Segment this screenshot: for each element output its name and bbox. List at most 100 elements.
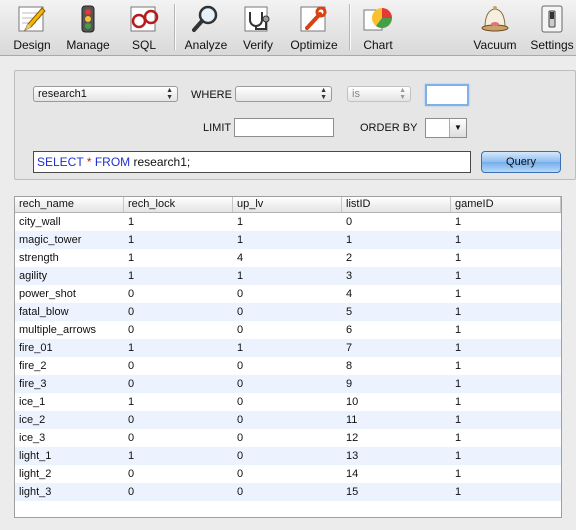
table-cell[interactable]: 1 bbox=[124, 339, 237, 357]
table-cell[interactable]: 1 bbox=[451, 375, 561, 393]
table-cell[interactable]: 1 bbox=[451, 285, 561, 303]
table-cell[interactable]: fire_01 bbox=[15, 339, 128, 357]
table-cell[interactable]: 9 bbox=[342, 375, 455, 393]
limit-field[interactable] bbox=[234, 118, 334, 137]
table-cell[interactable]: 13 bbox=[342, 447, 455, 465]
query-button[interactable]: Query bbox=[481, 151, 561, 173]
table-cell[interactable]: 1 bbox=[451, 249, 561, 267]
column-header-game-id[interactable]: gameID bbox=[451, 197, 561, 212]
table-cell[interactable]: ice_3 bbox=[15, 429, 128, 447]
table-cell[interactable]: 0 bbox=[124, 411, 237, 429]
design-button[interactable]: Design bbox=[8, 0, 56, 55]
chart-button[interactable]: Chart bbox=[356, 0, 400, 55]
column-header-rech-name[interactable]: rech_name bbox=[15, 197, 124, 212]
table-cell[interactable]: fire_2 bbox=[15, 357, 128, 375]
table-row[interactable]: agility 1 1 3 1 bbox=[15, 267, 561, 285]
table-cell[interactable]: 0 bbox=[233, 393, 346, 411]
table-cell[interactable]: 1 bbox=[451, 411, 561, 429]
table-cell[interactable]: 1 bbox=[124, 393, 237, 411]
table-cell[interactable]: 1 bbox=[233, 339, 346, 357]
table-cell[interactable]: 0 bbox=[124, 465, 237, 483]
table-cell[interactable]: 1 bbox=[233, 231, 346, 249]
table-cell[interactable]: 0 bbox=[233, 357, 346, 375]
table-row[interactable]: ice_2 0 0 11 1 bbox=[15, 411, 561, 429]
table-row[interactable]: light_3 0 0 15 1 bbox=[15, 483, 561, 501]
table-cell[interactable]: 1 bbox=[451, 321, 561, 339]
table-cell[interactable]: 0 bbox=[124, 321, 237, 339]
table-select[interactable]: research1 ▲ ▼ bbox=[33, 86, 178, 102]
table-cell[interactable]: 15 bbox=[342, 483, 455, 501]
table-cell[interactable]: 0 bbox=[342, 213, 455, 231]
table-row[interactable]: magic_tower 1 1 1 1 bbox=[15, 231, 561, 249]
table-cell[interactable]: 5 bbox=[342, 303, 455, 321]
table-cell[interactable]: 4 bbox=[233, 249, 346, 267]
table-cell[interactable]: agility bbox=[15, 267, 128, 285]
table-cell[interactable]: 1 bbox=[451, 483, 561, 501]
table-cell[interactable]: light_2 bbox=[15, 465, 128, 483]
table-row[interactable]: strength 1 4 2 1 bbox=[15, 249, 561, 267]
table-cell[interactable]: 0 bbox=[124, 303, 237, 321]
column-header-rech-lock[interactable]: rech_lock bbox=[124, 197, 233, 212]
chevron-down-icon[interactable]: ▼ bbox=[449, 119, 466, 137]
table-cell[interactable]: 0 bbox=[124, 429, 237, 447]
table-cell[interactable]: 2 bbox=[342, 249, 455, 267]
table-cell[interactable]: 1 bbox=[233, 267, 346, 285]
table-row[interactable]: power_shot 0 0 4 1 bbox=[15, 285, 561, 303]
table-cell[interactable]: 1 bbox=[451, 465, 561, 483]
table-cell[interactable]: 0 bbox=[233, 375, 346, 393]
table-row[interactable]: fire_01 1 1 7 1 bbox=[15, 339, 561, 357]
table-cell[interactable]: 0 bbox=[233, 411, 346, 429]
table-cell[interactable]: strength bbox=[15, 249, 128, 267]
table-cell[interactable]: 1 bbox=[451, 357, 561, 375]
table-cell[interactable]: 1 bbox=[124, 249, 237, 267]
table-cell[interactable]: 0 bbox=[124, 375, 237, 393]
table-cell[interactable]: 1 bbox=[451, 231, 561, 249]
table-cell[interactable]: magic_tower bbox=[15, 231, 128, 249]
table-cell[interactable]: 1 bbox=[124, 213, 237, 231]
analyze-button[interactable]: Analyze bbox=[182, 0, 230, 55]
table-cell[interactable]: 0 bbox=[233, 303, 346, 321]
where-value-field[interactable] bbox=[425, 84, 469, 106]
table-cell[interactable]: multiple_arrows bbox=[15, 321, 128, 339]
table-cell[interactable]: 1 bbox=[451, 339, 561, 357]
table-cell[interactable]: 0 bbox=[233, 285, 346, 303]
table-cell[interactable]: 1 bbox=[451, 267, 561, 285]
table-row[interactable]: fire_3 0 0 9 1 bbox=[15, 375, 561, 393]
table-cell[interactable]: 1 bbox=[451, 447, 561, 465]
table-cell[interactable]: 0 bbox=[124, 483, 237, 501]
table-row[interactable]: fatal_blow 0 0 5 1 bbox=[15, 303, 561, 321]
table-cell[interactable]: 10 bbox=[342, 393, 455, 411]
table-cell[interactable]: 1 bbox=[124, 447, 237, 465]
table-cell[interactable]: 0 bbox=[124, 357, 237, 375]
table-cell[interactable]: 1 bbox=[124, 267, 237, 285]
sql-query-field[interactable]: SELECT * FROM research1; bbox=[33, 151, 471, 173]
table-cell[interactable]: 0 bbox=[233, 465, 346, 483]
table-cell[interactable]: 12 bbox=[342, 429, 455, 447]
table-cell[interactable]: 0 bbox=[233, 429, 346, 447]
table-row[interactable]: multiple_arrows 0 0 6 1 bbox=[15, 321, 561, 339]
table-cell[interactable]: city_wall bbox=[15, 213, 128, 231]
table-cell[interactable]: 3 bbox=[342, 267, 455, 285]
table-cell[interactable]: 1 bbox=[451, 393, 561, 411]
order-by-combo[interactable]: ▼ bbox=[425, 118, 467, 138]
table-row[interactable]: light_2 0 0 14 1 bbox=[15, 465, 561, 483]
vacuum-button[interactable]: Vacuum bbox=[468, 0, 522, 55]
table-cell[interactable]: 1 bbox=[451, 429, 561, 447]
column-header-up-lv[interactable]: up_lv bbox=[233, 197, 342, 212]
table-cell[interactable]: 8 bbox=[342, 357, 455, 375]
table-row[interactable]: ice_3 0 0 12 1 bbox=[15, 429, 561, 447]
table-cell[interactable]: fatal_blow bbox=[15, 303, 128, 321]
table-cell[interactable]: ice_2 bbox=[15, 411, 128, 429]
table-row[interactable]: fire_2 0 0 8 1 bbox=[15, 357, 561, 375]
manage-button[interactable]: Manage bbox=[62, 0, 114, 55]
table-cell[interactable]: 1 bbox=[233, 213, 346, 231]
table-cell[interactable]: 14 bbox=[342, 465, 455, 483]
table-cell[interactable]: 11 bbox=[342, 411, 455, 429]
verify-button[interactable]: Verify bbox=[236, 0, 280, 55]
table-cell[interactable]: power_shot bbox=[15, 285, 128, 303]
column-header-list-id[interactable]: listID bbox=[342, 197, 451, 212]
where-column-select[interactable]: ▲ ▼ bbox=[235, 86, 332, 102]
table-cell[interactable]: 0 bbox=[233, 483, 346, 501]
table-cell[interactable]: 0 bbox=[124, 285, 237, 303]
table-cell[interactable]: 1 bbox=[451, 303, 561, 321]
